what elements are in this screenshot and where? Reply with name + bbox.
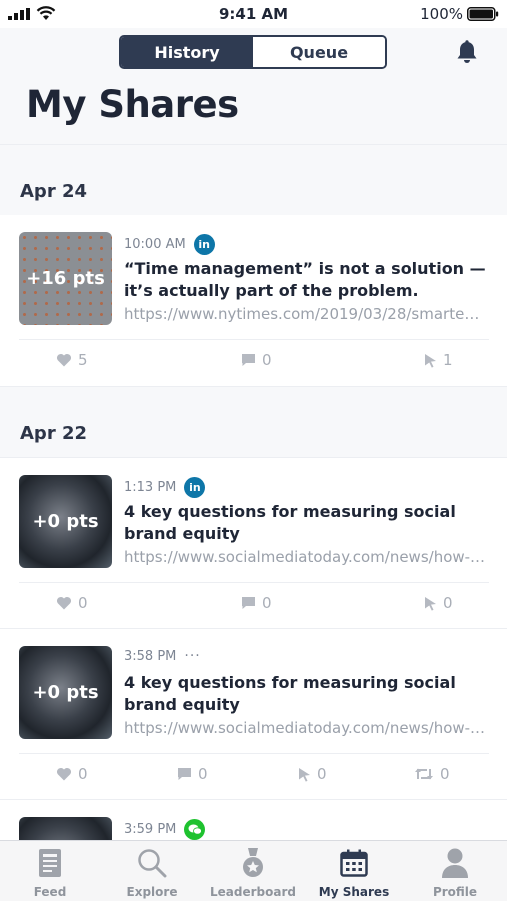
clicks-count: 1 <box>443 351 453 369</box>
comments-count: 0 <box>262 594 272 612</box>
section-date: Apr 24 <box>20 181 88 202</box>
likes-stat[interactable]: 0 <box>56 765 88 783</box>
tab-label: My Shares <box>318 885 390 899</box>
post-meta: 3:59 PM <box>124 819 206 840</box>
points-label: +16 pts <box>26 268 105 289</box>
likes-count: 0 <box>78 594 88 612</box>
post-title[interactable]: “Time management” is not a solution — it… <box>124 258 492 302</box>
comment-icon <box>242 354 255 366</box>
divider <box>19 753 489 754</box>
post-time: 1:13 PM <box>124 480 177 495</box>
comments-count: 0 <box>262 351 272 369</box>
medal-icon <box>243 848 263 877</box>
post-meta: 1:13 PM in <box>124 477 206 498</box>
comments-stat[interactable]: 0 <box>177 765 208 783</box>
post-url[interactable]: https://www.socialmediatoday.com/news/ho… <box>124 719 488 737</box>
article-thumbnail[interactable]: +0 pts <box>19 646 112 739</box>
tab-label: Feed <box>33 885 67 899</box>
clicks-count: 0 <box>317 765 327 783</box>
post-time: 10:00 AM <box>124 237 186 252</box>
comments-count: 0 <box>198 765 208 783</box>
clicks-stat[interactable]: 0 <box>298 765 327 783</box>
post-meta: 10:00 AM in <box>124 234 215 255</box>
likes-stat[interactable]: 5 <box>56 351 88 369</box>
tab-history[interactable]: History <box>121 37 253 67</box>
page-header: History Queue My Shares <box>0 28 507 144</box>
cursor-icon <box>425 596 436 611</box>
cursor-icon <box>425 353 436 368</box>
post-time: 3:58 PM <box>124 648 177 664</box>
comments-stat[interactable]: 0 <box>241 594 272 612</box>
tab-profile[interactable]: Profile <box>405 847 505 899</box>
battery-percent: 100% <box>420 5 463 23</box>
date-section-header: Apr 22 <box>0 386 507 458</box>
likes-count: 5 <box>78 351 88 369</box>
article-thumbnail[interactable]: +0 pts <box>19 475 112 568</box>
more-networks-icon: ··· <box>184 648 201 664</box>
linkedin-icon: in <box>184 477 206 498</box>
date-section-header: Apr 24 <box>0 144 507 216</box>
comments-stat[interactable]: 0 <box>241 351 272 369</box>
post-time: 3:59 PM <box>124 822 177 837</box>
bottom-tab-bar: Feed Explore Leaderboard My Shares Profi… <box>0 840 507 901</box>
reshares-count: 0 <box>440 765 450 783</box>
cursor-icon <box>299 767 310 782</box>
divider <box>19 339 489 340</box>
article-thumbnail[interactable]: +16 pts <box>19 232 112 325</box>
tab-my-shares[interactable]: My Shares <box>304 847 404 899</box>
share-item[interactable]: 3:59 PM <box>0 799 507 841</box>
likes-stat[interactable]: 0 <box>56 594 88 612</box>
person-icon <box>442 848 468 878</box>
post-title[interactable]: 4 key questions for measuring social bra… <box>124 501 492 545</box>
heart-icon <box>56 353 72 367</box>
likes-count: 0 <box>78 765 88 783</box>
heart-icon <box>56 767 72 781</box>
retweet-icon <box>415 768 433 780</box>
tab-label: Leaderboard <box>210 885 296 899</box>
points-label: +0 pts <box>32 682 99 703</box>
post-url[interactable]: https://www.nytimes.com/2019/03/28/smart… <box>124 305 488 323</box>
comment-icon <box>242 597 255 609</box>
linkedin-icon: in <box>193 234 215 255</box>
comment-icon <box>178 768 191 780</box>
points-label: +0 pts <box>32 511 99 532</box>
search-icon <box>138 849 167 878</box>
share-item[interactable]: +0 pts 1:13 PM in 4 key questions for me… <box>0 457 507 629</box>
calendar-icon <box>340 849 368 877</box>
tab-feed[interactable]: Feed <box>0 847 100 899</box>
tab-queue[interactable]: Queue <box>253 37 385 67</box>
reshares-stat[interactable]: 0 <box>414 765 450 783</box>
section-date: Apr 22 <box>20 423 88 444</box>
wechat-icon <box>184 819 206 840</box>
tab-leaderboard[interactable]: Leaderboard <box>203 847 303 899</box>
share-item[interactable]: +0 pts 3:58 PM ··· 4 key questions for m… <box>0 628 507 800</box>
clicks-count: 0 <box>443 594 453 612</box>
tab-explore[interactable]: Explore <box>102 847 202 899</box>
post-url[interactable]: https://www.socialmediatoday.com/news/ho… <box>124 548 488 566</box>
clicks-stat[interactable]: 0 <box>424 594 453 612</box>
tab-label: Profile <box>432 885 478 899</box>
clicks-stat[interactable]: 1 <box>424 351 453 369</box>
article-thumbnail[interactable] <box>19 817 112 841</box>
battery-icon <box>467 7 499 21</box>
divider <box>19 582 489 583</box>
page-title: My Shares <box>26 83 239 126</box>
heart-icon <box>56 596 72 610</box>
history-queue-toggle: History Queue <box>119 35 387 69</box>
post-meta: 3:58 PM ··· <box>124 648 201 664</box>
tab-label: Explore <box>126 885 178 899</box>
status-bar: 9:41 AM 100% <box>0 0 507 28</box>
feed-icon <box>39 849 61 877</box>
share-item[interactable]: +16 pts 10:00 AM in “Time management” is… <box>0 215 507 386</box>
bell-icon[interactable] <box>456 40 478 64</box>
post-title[interactable]: 4 key questions for measuring social bra… <box>124 672 492 716</box>
